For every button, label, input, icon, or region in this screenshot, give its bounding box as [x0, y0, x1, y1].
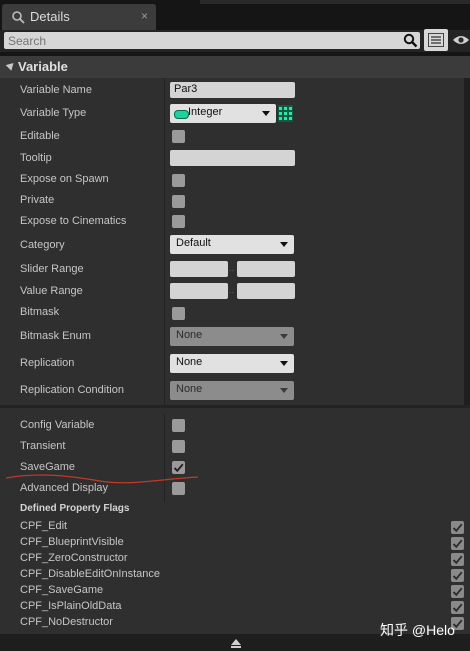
flag-label: CPF_IsPlainOldData: [20, 600, 122, 612]
replication-condition-dropdown[interactable]: None: [170, 381, 294, 400]
flag-checkbox[interactable]: [451, 521, 464, 534]
category-label: Category: [20, 239, 65, 251]
variable-name-field[interactable]: Par3: [170, 82, 295, 98]
view-options-icon[interactable]: [424, 29, 448, 51]
replication-condition-value: None: [176, 383, 203, 395]
chevron-down-icon: [262, 111, 270, 116]
slider-range-max-field[interactable]: [237, 261, 295, 277]
checkmark-icon: [452, 555, 463, 565]
chevron-down-icon: [280, 242, 288, 247]
private-label: Private: [20, 194, 55, 206]
bitmask-enum-value: None: [176, 329, 203, 341]
pin-type-icon: [174, 110, 189, 119]
scroll-up-icon[interactable]: [231, 639, 241, 645]
tooltip-field[interactable]: [170, 150, 295, 166]
range-separator: ..: [229, 263, 235, 273]
expose-to-cinematics-checkbox[interactable]: [172, 215, 185, 228]
flag-checkbox[interactable]: [451, 537, 464, 550]
bitmask-checkbox[interactable]: [172, 307, 185, 320]
transient-checkbox[interactable]: [172, 440, 185, 453]
chevron-down-icon: [280, 334, 288, 339]
transient-label: Transient: [20, 440, 66, 452]
flag-checkbox[interactable]: [451, 569, 464, 582]
search-input[interactable]: [4, 32, 400, 49]
flag-label: CPF_BlueprintVisible: [20, 536, 124, 548]
variable-type-dropdown[interactable]: Integer: [170, 104, 276, 123]
editable-checkbox[interactable]: [172, 130, 185, 143]
value-range-min-field[interactable]: [170, 283, 228, 299]
expose-on-spawn-label: Expose on Spawn: [20, 173, 109, 185]
search-icon[interactable]: [400, 32, 420, 49]
bitmask-enum-label: Bitmask Enum: [20, 330, 91, 342]
collapse-arrow-icon[interactable]: [5, 60, 17, 71]
flag-label: CPF_SaveGame: [20, 584, 104, 596]
tab-title: Details: [30, 9, 70, 24]
advanced-display-checkbox[interactable]: [172, 482, 185, 495]
flag-label: CPF_ZeroConstructor: [20, 552, 128, 564]
details-icon: [11, 10, 25, 24]
flag-label: CPF_DisableEditOnInstance: [20, 568, 161, 580]
variable-type-label: Variable Type: [20, 107, 87, 119]
category-value: Default: [176, 237, 211, 249]
title-bar-strip: [200, 0, 470, 4]
eye-icon[interactable]: [451, 31, 470, 49]
flag-label: CPF_NoDestructor: [20, 616, 113, 628]
checkmark-icon: [452, 587, 463, 597]
value-range-label: Value Range: [20, 285, 83, 297]
slider-range-min-field[interactable]: [170, 261, 228, 277]
value-range-max-field[interactable]: [237, 283, 295, 299]
column-divider[interactable]: [164, 414, 165, 502]
checkmark-icon: [452, 571, 463, 581]
section-title: Variable: [18, 59, 68, 74]
replication-dropdown[interactable]: None: [170, 354, 294, 373]
section-header-variable[interactable]: Variable: [0, 56, 470, 78]
close-icon[interactable]: ×: [141, 9, 148, 23]
flag-checkbox[interactable]: [451, 553, 464, 566]
advanced-display-label: Advanced Display: [20, 482, 109, 494]
replication-value: None: [176, 356, 203, 368]
scroll-up-icon-base: [231, 646, 241, 648]
defined-flags-heading: Defined Property Flags: [20, 503, 130, 514]
bitmask-label: Bitmask: [20, 306, 60, 318]
replication-label: Replication: [20, 357, 75, 369]
watermark: 知乎 @Helo: [380, 622, 455, 638]
grid-icon[interactable]: [278, 105, 293, 122]
checkmark-icon: [452, 603, 463, 613]
tooltip-label: Tooltip: [20, 152, 52, 164]
panel-scroll-track: [464, 78, 470, 408]
chevron-down-icon: [280, 388, 288, 393]
variable-type-value: Integer: [188, 106, 223, 118]
config-variable-checkbox[interactable]: [172, 419, 185, 432]
private-checkbox[interactable]: [172, 195, 185, 208]
column-divider[interactable]: [164, 78, 165, 408]
category-dropdown[interactable]: Default: [170, 235, 294, 254]
range-separator: ..: [229, 285, 235, 295]
variable-name-label: Variable Name: [20, 84, 92, 96]
details-tab[interactable]: Details ×: [2, 4, 156, 30]
flag-label: CPF_Edit: [20, 520, 68, 532]
chevron-down-icon: [280, 361, 288, 366]
bitmask-enum-dropdown[interactable]: None: [170, 327, 294, 346]
editable-label: Editable: [20, 130, 60, 142]
replication-condition-label: Replication Condition: [20, 384, 124, 396]
checkmark-icon: [452, 523, 463, 533]
expose-to-cinematics-label: Expose to Cinematics: [20, 215, 127, 227]
expose-on-spawn-checkbox[interactable]: [172, 174, 185, 187]
flag-checkbox[interactable]: [451, 585, 464, 598]
config-variable-label: Config Variable: [20, 419, 95, 431]
slider-range-label: Slider Range: [20, 263, 84, 275]
checkmark-icon: [452, 539, 463, 549]
flag-checkbox[interactable]: [451, 601, 464, 614]
